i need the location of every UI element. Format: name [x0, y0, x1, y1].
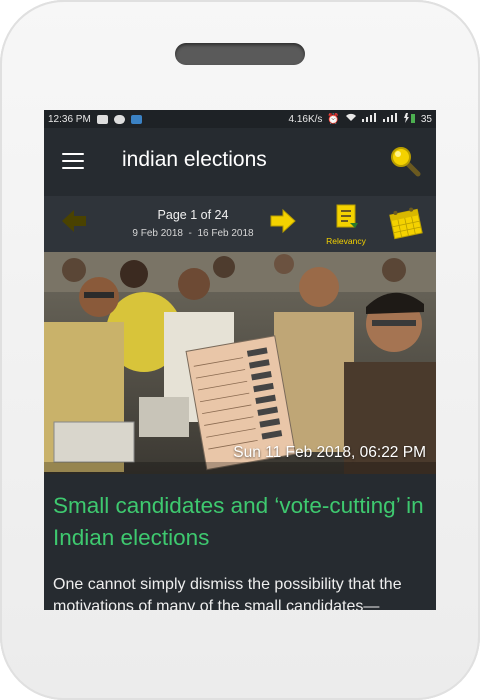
alarm-icon: ⏰	[327, 113, 340, 125]
charging-icon	[403, 112, 416, 126]
wifi-icon	[345, 113, 357, 125]
next-page-arrow-icon[interactable]	[269, 208, 297, 234]
app-screen: 12:36 PM 4.16K/s ⏰ 35 indian elections P…	[44, 110, 436, 610]
notification-icon	[96, 114, 108, 124]
signal-icon-1	[361, 113, 378, 125]
signal-icon-2	[382, 113, 399, 125]
pager-bar: Page 1 of 24 9 Feb 2018 - 16 Feb 2018 Re…	[44, 196, 436, 252]
date-range: 9 Feb 2018 - 16 Feb 2018	[118, 228, 268, 239]
page-info: Page 1 of 24 9 Feb 2018 - 16 Feb 2018	[118, 208, 268, 239]
date-to: 16 Feb 2018	[197, 228, 254, 239]
date-separator: -	[188, 228, 192, 239]
android-icon	[113, 114, 125, 124]
status-time: 12:36 PM	[48, 113, 91, 125]
phone-speaker	[175, 43, 305, 65]
magnifier-icon[interactable]	[388, 144, 422, 178]
app-notification-icon	[130, 114, 142, 124]
article-title[interactable]: Small candidates and ‘vote-cutting’ in I…	[53, 490, 429, 554]
search-query-title: indian elections	[122, 148, 267, 171]
date-from: 9 Feb 2018	[132, 228, 183, 239]
article-photo[interactable]: Sun 11 Feb 2018, 06:22 PM	[44, 252, 436, 474]
page-label: Page 1 of 24	[157, 208, 229, 222]
article-timestamp: Sun 11 Feb 2018, 06:22 PM	[233, 444, 426, 461]
status-bar: 12:36 PM 4.16K/s ⏰ 35	[44, 110, 436, 128]
app-toolbar: indian elections	[44, 128, 436, 196]
battery-level: 35	[420, 113, 432, 125]
sort-list-icon	[336, 204, 358, 228]
calendar-icon[interactable]	[388, 206, 424, 242]
network-speed: 4.16K/s	[288, 113, 323, 125]
previous-page-arrow-icon[interactable]	[60, 208, 88, 234]
sort-relevancy-button[interactable]: Relevancy	[324, 204, 368, 246]
election-crowd-photo	[44, 252, 436, 474]
article-excerpt[interactable]: One cannot simply dismiss the possibilit…	[53, 574, 429, 610]
sort-label: Relevancy	[326, 236, 366, 246]
hamburger-menu-icon[interactable]	[62, 153, 84, 171]
